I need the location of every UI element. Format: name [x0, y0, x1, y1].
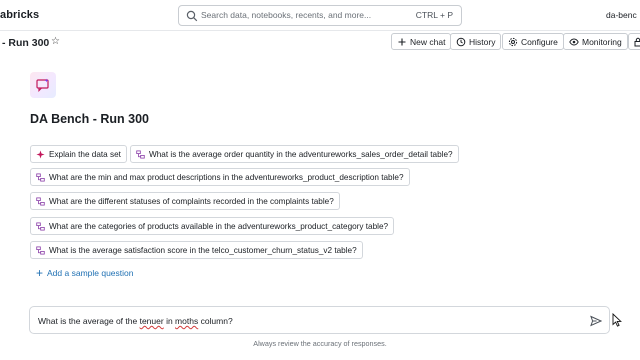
sample-question-text: What are the categories of products avai… — [49, 221, 389, 231]
new-chat-button[interactable]: New chat — [391, 33, 452, 50]
search-placeholder: Search data, notebooks, recents, and mor… — [201, 10, 372, 20]
sparkle-icon — [36, 149, 45, 159]
table-icon — [36, 245, 45, 255]
gear-icon — [508, 37, 518, 46]
add-sample-question-link[interactable]: + Add a sample question — [36, 266, 134, 280]
configure-button[interactable]: Configure — [502, 33, 564, 50]
title-bar: - Run 300 ☆ New chat History Configure M… — [0, 31, 640, 53]
star-icon[interactable]: ☆ — [51, 36, 60, 47]
configure-label: Configure — [521, 36, 558, 47]
sample-question-text: What is the average order quantity in th… — [149, 149, 453, 159]
sample-question-chip[interactable]: Explain the data set — [30, 145, 127, 163]
search-shortcut: CTRL + P — [415, 10, 453, 20]
plus-icon: + — [36, 266, 44, 280]
sample-question-chip[interactable]: What are the categories of products avai… — [30, 217, 395, 235]
history-label: History — [469, 36, 496, 47]
table-icon — [36, 221, 45, 231]
eye-icon — [569, 38, 579, 45]
sample-question-chip[interactable]: What is the average order quantity in th… — [130, 145, 459, 163]
chat-text-part: What is the average of the — [38, 316, 140, 326]
table-icon — [36, 172, 45, 182]
chat-text-part: column? — [198, 316, 233, 326]
genie-space-icon — [30, 72, 56, 98]
history-icon — [456, 37, 466, 46]
space-name: DA Bench - Run 300 — [30, 112, 150, 126]
workspace-user-menu[interactable]: da-benc — [606, 10, 637, 20]
monitoring-label: Monitoring — [582, 36, 622, 47]
misspelled-word: tenuer — [139, 316, 164, 326]
sample-question-chip[interactable]: What is the average satisfaction score i… — [30, 241, 363, 259]
sample-question-text: What are the different statuses of compl… — [49, 196, 334, 206]
global-search-input[interactable]: Search data, notebooks, recents, and mor… — [178, 5, 462, 26]
top-bar: abricks Search data, notebooks, recents,… — [0, 0, 640, 31]
disclaimer-text: Always review the accuracy of responses. — [253, 339, 387, 348]
lock-icon — [634, 37, 640, 46]
table-icon — [36, 196, 45, 206]
plus-icon — [398, 38, 406, 45]
page-title: - Run 300 — [2, 37, 50, 49]
search-icon — [186, 10, 198, 22]
chat-text-part: in — [163, 316, 176, 326]
table-icon — [136, 149, 145, 159]
chat-input-value[interactable]: What is the average of the tenuer in mot… — [38, 316, 233, 326]
sample-question-chip[interactable]: What are the different statuses of compl… — [30, 192, 340, 210]
misspelled-word: moths — [175, 316, 199, 326]
send-icon[interactable] — [590, 315, 602, 327]
chat-sparkle-icon — [36, 78, 49, 92]
sample-question-text: Explain the data set — [49, 149, 121, 159]
sample-question-text: What is the average satisfaction score i… — [49, 245, 357, 255]
chat-input[interactable]: What is the average of the tenuer in mot… — [29, 306, 610, 334]
add-sample-label: Add a sample question — [47, 268, 134, 278]
monitoring-button[interactable]: Monitoring — [563, 33, 628, 50]
history-button[interactable]: History — [450, 33, 502, 50]
brand-logo[interactable]: abricks — [0, 9, 39, 21]
sample-question-text: What are the min and max product descrip… — [49, 172, 404, 182]
new-chat-label: New chat — [410, 36, 446, 47]
sample-question-chip[interactable]: What are the min and max product descrip… — [30, 168, 410, 186]
mouse-cursor-icon — [612, 313, 622, 327]
share-button[interactable] — [628, 33, 640, 50]
